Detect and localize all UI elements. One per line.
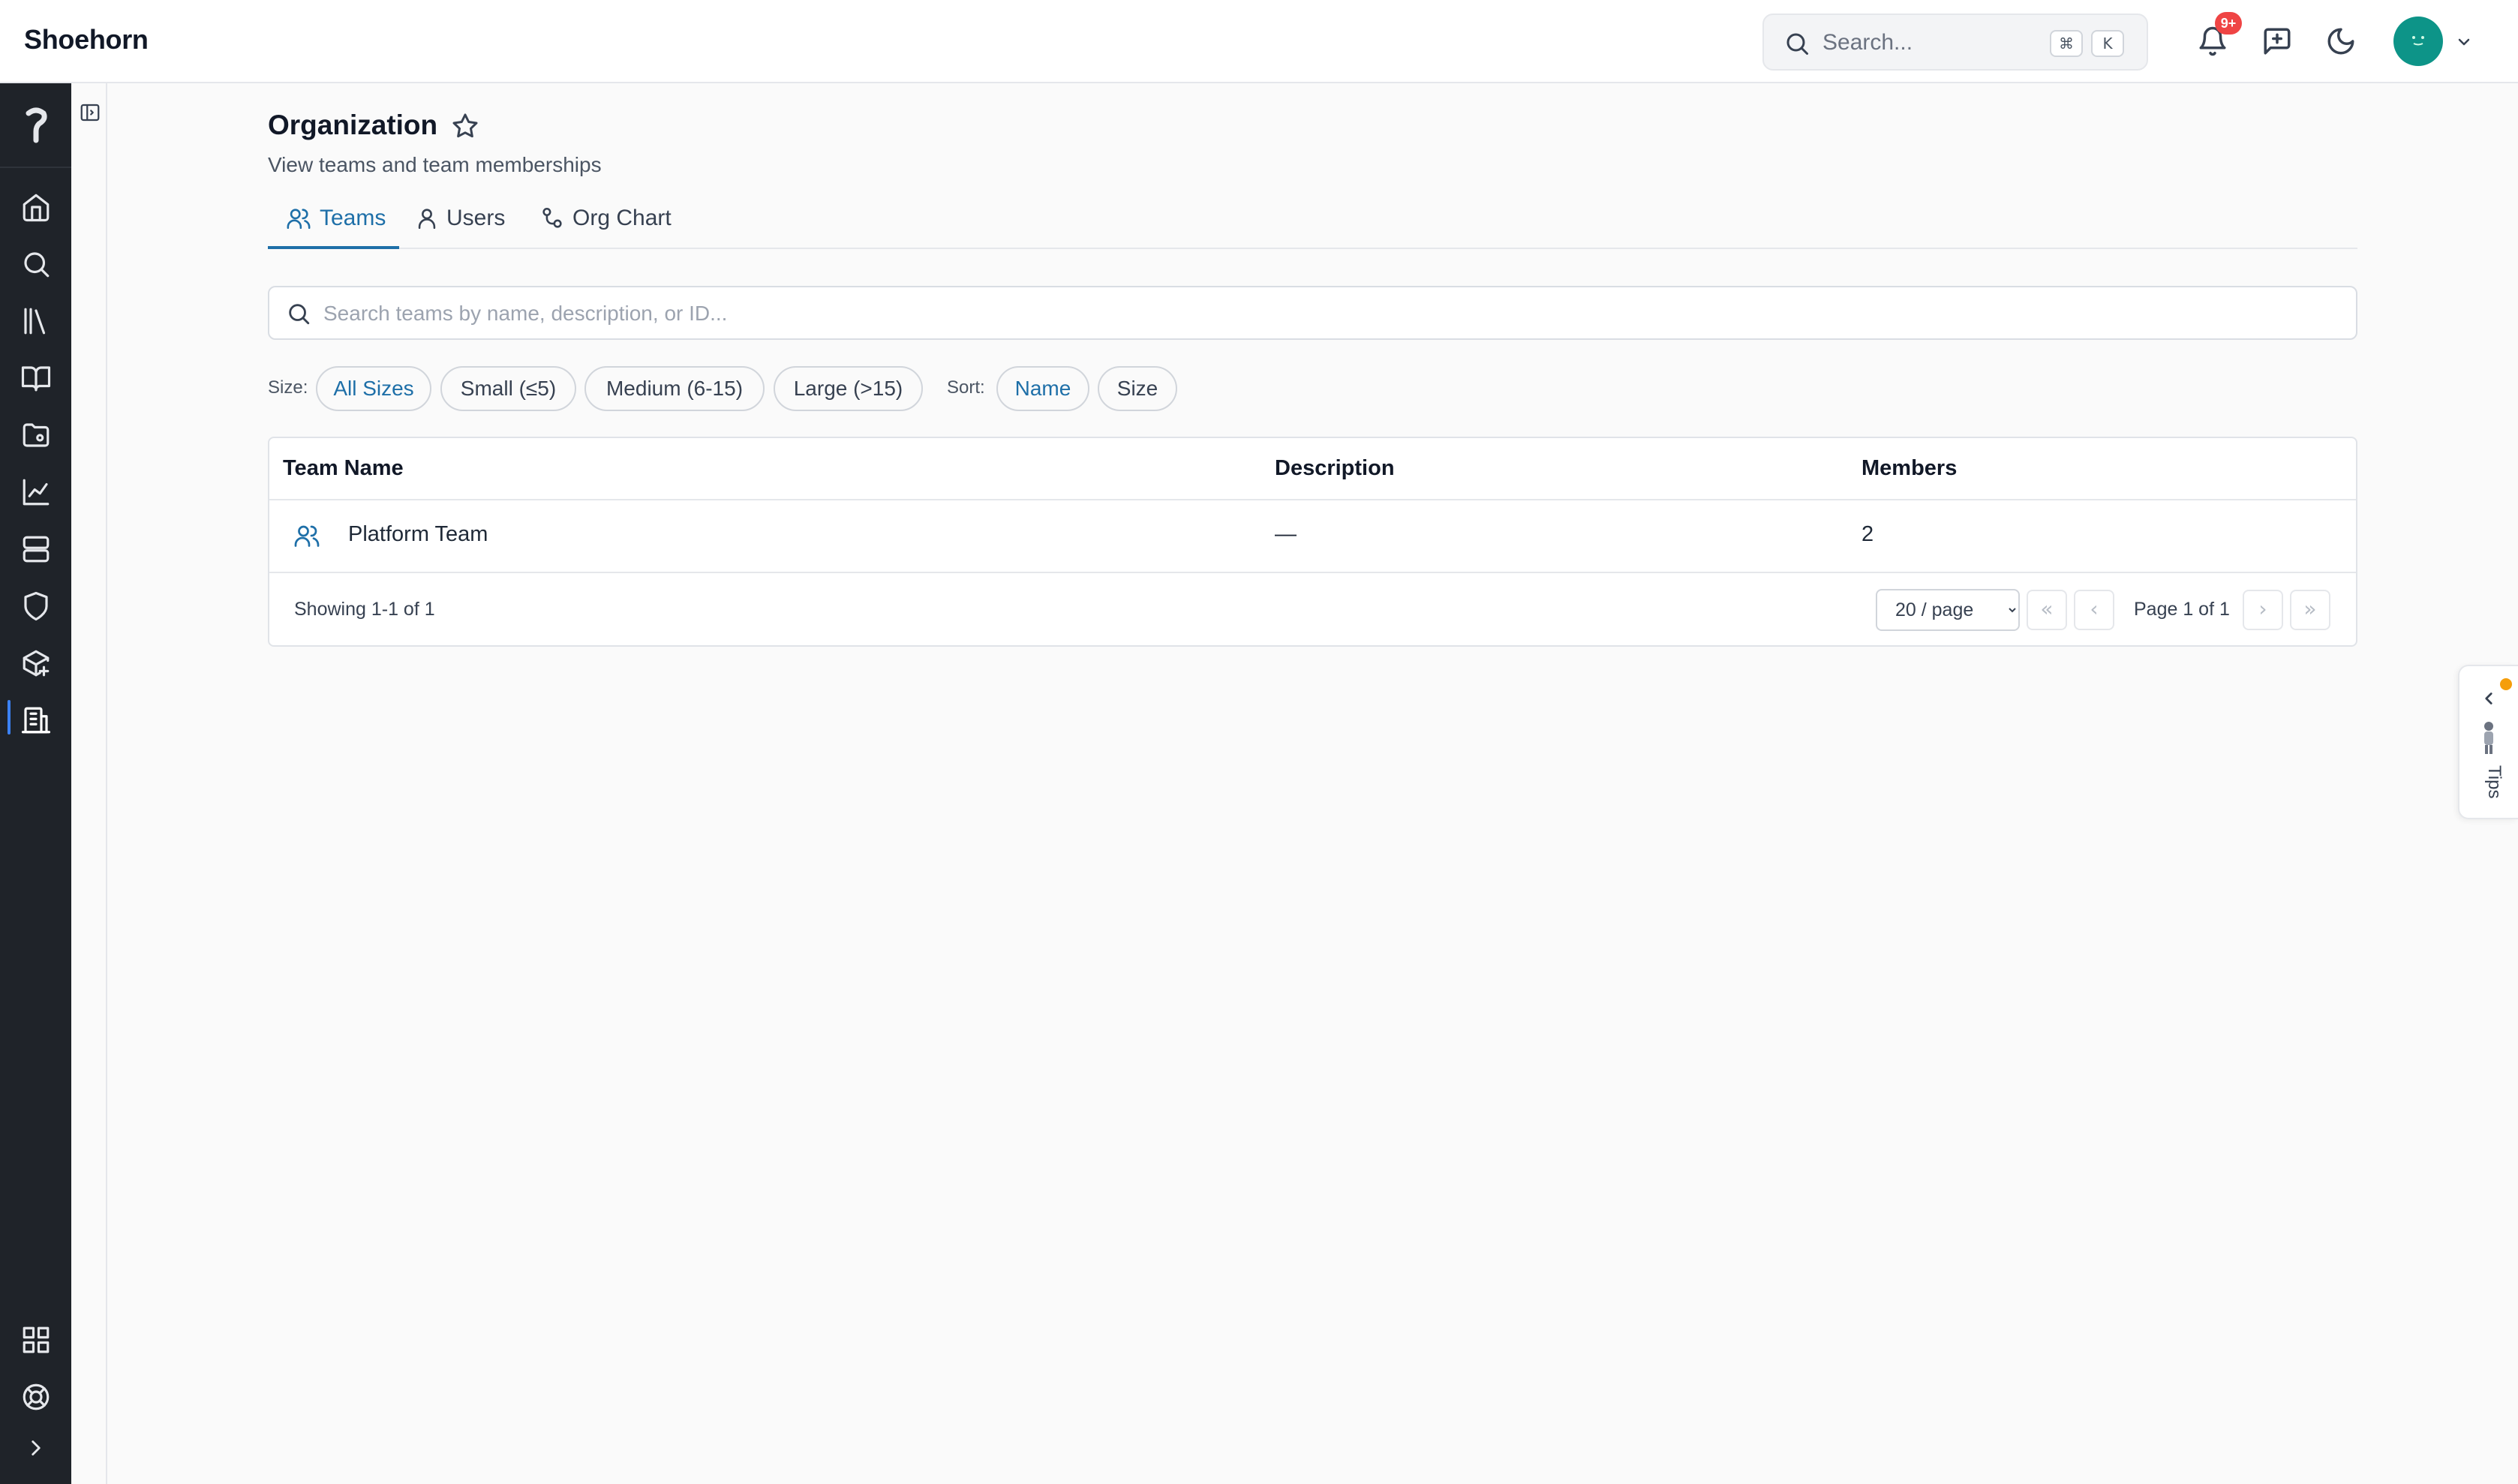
size-filter-label: Size: [268,377,308,398]
tips-label: Tips [2484,765,2504,799]
sort-name[interactable]: Name [996,366,1089,411]
tips-panel-toggle[interactable]: Tips [2458,665,2518,819]
column-header-team-name[interactable]: Team Name [283,456,404,481]
team-search-box [268,286,2357,340]
star-icon[interactable] [450,111,480,141]
search-icon [289,304,310,325]
tab-org-chart[interactable]: Org Chart [539,206,682,249]
tips-notification-dot [2500,678,2512,690]
shortcut-key-k: K [2091,30,2124,57]
prev-page-button[interactable]: ‹ [2074,590,2114,630]
row-divider [269,572,2356,573]
notification-badge: 9+ [2215,12,2242,35]
search-icon[interactable] [20,248,52,280]
per-page-select[interactable]: 10 / page 20 / page 50 / page 100 / page [1876,589,2020,631]
avatar-face-icon [2412,36,2424,46]
team-icon [294,525,320,547]
sidebar-rail [71,83,107,1484]
expand-chevron-icon[interactable] [23,1435,49,1461]
teams-table: Team Name Description Members Platform T… [268,437,2357,647]
book-icon[interactable] [20,362,52,394]
library-icon[interactable] [20,305,52,337]
last-page-button[interactable]: » [2290,590,2330,630]
left-navigation [0,83,71,1484]
home-icon[interactable] [20,191,52,223]
chevron-down-icon[interactable] [2455,33,2473,51]
top-bar: Shoehorn Search... ⌘ K 9+ [0,0,2518,83]
tab-label: Org Chart [572,206,672,230]
feedback-icon[interactable] [2261,26,2293,57]
user-icon [418,209,436,230]
sidebar-toggle-icon[interactable] [79,101,101,124]
mascot-icon [2484,722,2493,754]
shield-icon[interactable] [20,590,52,622]
global-search-placeholder: Search... [1822,30,1913,55]
chart-line-icon[interactable] [20,476,52,508]
server-icon[interactable] [20,533,52,565]
org-chart-icon [542,207,562,228]
tab-teams[interactable]: Teams [268,206,399,249]
folder-icon[interactable] [20,419,52,451]
team-description: — [1275,522,1297,546]
help-lifebuoy-icon[interactable] [20,1381,52,1413]
tab-bar: Teams Users Org Chart [268,195,2357,249]
column-header-members[interactable]: Members [1861,456,1957,481]
tab-label: Users [446,206,506,230]
page-subtitle: View teams and team memberships [268,153,602,176]
logo-icon[interactable] [18,103,54,148]
moon-icon[interactable] [2325,26,2357,57]
shortcut-key-cmd: ⌘ [2050,30,2083,57]
search-icon [1786,33,1808,55]
next-page-button[interactable]: › [2243,590,2283,630]
header-divider [269,499,2356,500]
apps-grid-icon[interactable] [20,1324,52,1356]
filter-small[interactable]: Small (≤5) [440,366,576,411]
users-icon [287,209,311,230]
global-search[interactable]: Search... ⌘ K [1762,14,2148,71]
pagination-summary: Showing 1-1 of 1 [294,599,435,620]
filter-large[interactable]: Large (>15) [774,366,923,411]
building-icon[interactable] [20,704,52,736]
avatar[interactable] [2393,17,2443,66]
tab-users[interactable]: Users [414,206,527,249]
package-plus-icon[interactable] [20,647,52,679]
first-page-button[interactable]: « [2027,590,2067,630]
team-name[interactable]: Platform Team [348,522,488,547]
nav-active-indicator [8,700,11,734]
team-members: 2 [1861,522,1874,546]
column-header-description[interactable]: Description [1275,456,1395,481]
page-indicator: Page 1 of 1 [2134,599,2230,620]
app-title[interactable]: Shoehorn [24,24,149,56]
team-search-input[interactable] [323,296,2334,331]
chevron-left-icon [2485,692,2492,704]
filter-all-sizes[interactable]: All Sizes [316,366,431,411]
page-title: Organization [268,110,438,140]
tab-label: Teams [320,206,386,230]
sort-label: Sort: [947,377,985,398]
sort-size[interactable]: Size [1098,366,1177,411]
nav-divider [0,167,71,168]
filter-medium[interactable]: Medium (6-15) [584,366,765,411]
